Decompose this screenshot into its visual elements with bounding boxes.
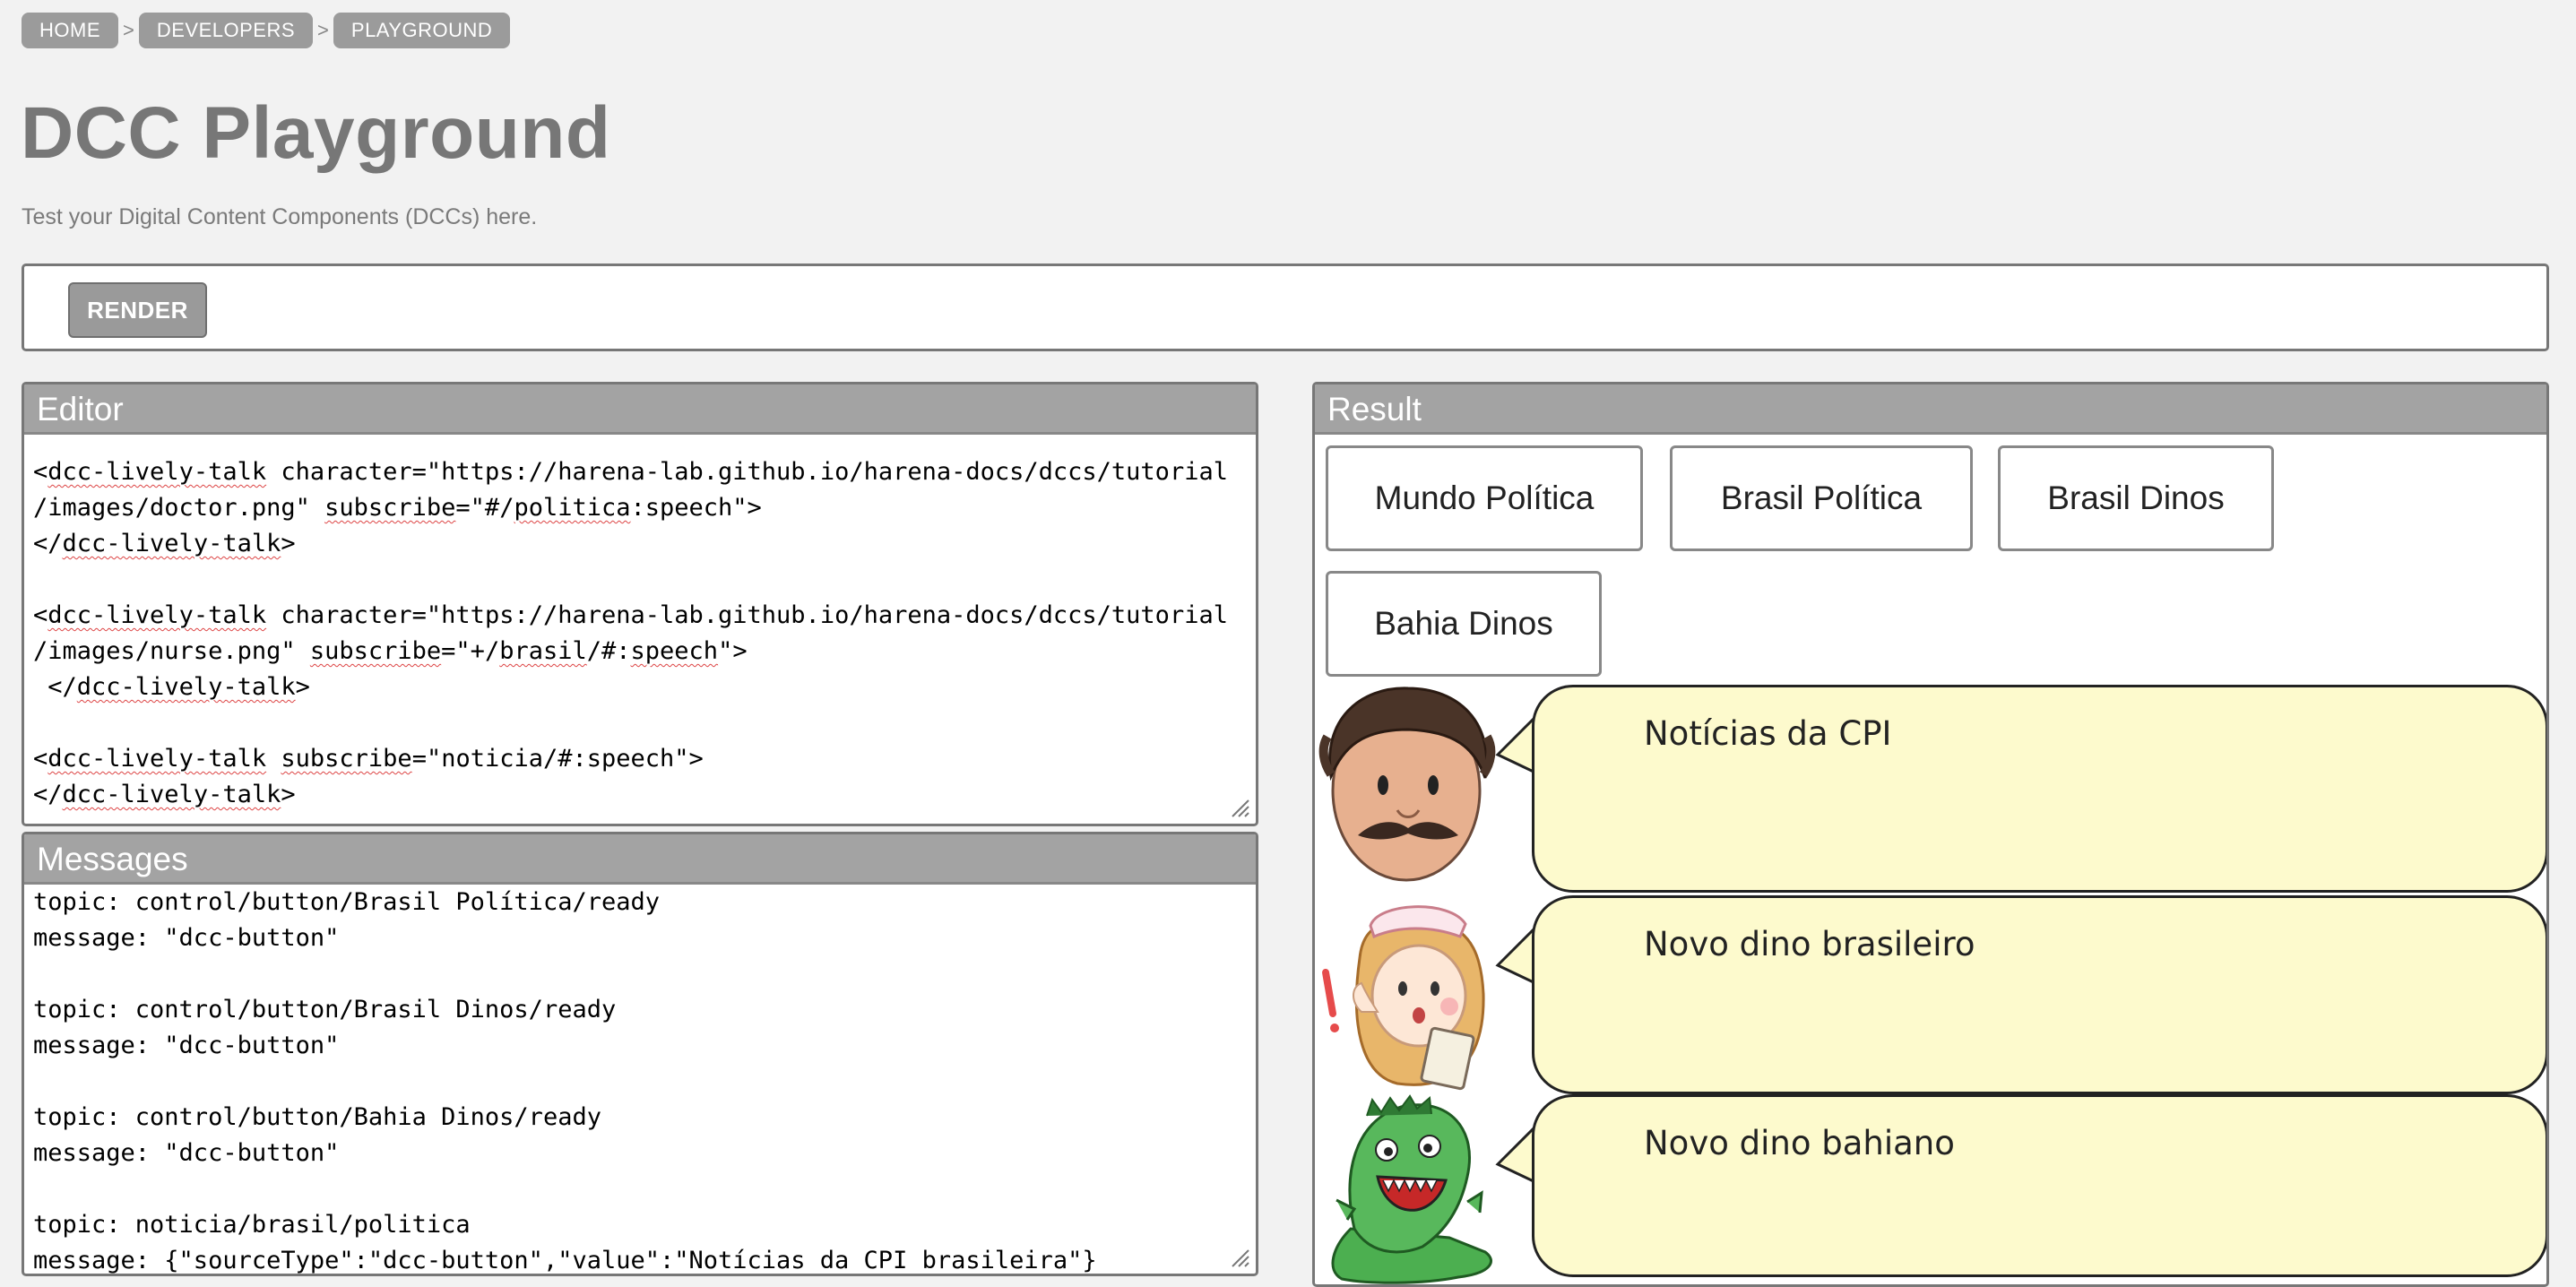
code-line: <dcc-lively-talk character="https://hare… [33, 601, 1228, 629]
breadcrumb-home[interactable]: HOME [22, 13, 118, 48]
message-line: topic: noticia/brasil/politica [33, 1211, 471, 1239]
editor-panel: Editor <dcc-lively-talk character="https… [22, 382, 1258, 826]
messages-panel: Messages topic: control/button/Brasil Po… [22, 832, 1258, 1276]
nurse-character-icon [1322, 905, 1485, 1091]
message-line: message: "dcc-button" [33, 1139, 340, 1167]
message-line: topic: control/button/Brasil Política/re… [33, 888, 660, 916]
message-line: message: "dcc-button" [33, 1032, 340, 1059]
lively-talk-dinosaur: Novo dino bahiano [1315, 1094, 2546, 1284]
result-header: Result [1315, 384, 2546, 435]
message-line: topic: control/button/Brasil Dinos/ready [33, 996, 617, 1024]
speech-bubble: Novo dino bahiano [1532, 1094, 2546, 1277]
speech-text: Notícias da CPI [1644, 714, 1892, 753]
lively-talk-doctor: Notícias da CPI [1315, 685, 2546, 895]
code-line: /images/doctor.png" subscribe="#/politic… [33, 494, 762, 522]
speech-bubble: Notícias da CPI [1532, 685, 2546, 893]
editor-textarea[interactable]: <dcc-lively-talk character="https://hare… [24, 435, 1256, 813]
message-line: topic: control/button/Bahia Dinos/ready [33, 1103, 601, 1131]
breadcrumb-developers[interactable]: DEVELOPERS [138, 13, 314, 48]
button-brasil-politica[interactable]: Brasil Política [1670, 445, 1973, 551]
page-title: DCC Playground [21, 92, 611, 174]
messages-textarea[interactable]: topic: control/button/Brasil Política/re… [24, 885, 1256, 1274]
code-line: /images/nurse.png" subscribe="+/brasil/#… [33, 637, 748, 665]
breadcrumb-separator: > [123, 19, 134, 41]
messages-header: Messages [24, 834, 1256, 885]
button-mundo-politica[interactable]: Mundo Política [1326, 445, 1643, 551]
breadcrumb: HOME > DEVELOPERS > PLAYGROUND [22, 13, 511, 48]
code-line: </dcc-lively-talk> [33, 530, 296, 557]
breadcrumb-playground[interactable]: PLAYGROUND [333, 13, 511, 48]
message-line: message: {"sourceType":"dcc-button","val… [33, 1247, 1097, 1274]
button-bahia-dinos[interactable]: Bahia Dinos [1326, 571, 1602, 677]
code-line: </dcc-lively-talk> [33, 781, 296, 808]
speech-text: Novo dino brasileiro [1644, 925, 1975, 963]
editor-header: Editor [24, 384, 1256, 435]
code-line: <dcc-lively-talk character="https://hare… [33, 458, 1228, 486]
code-line: </dcc-lively-talk> [33, 673, 310, 701]
speech-bubble: Novo dino brasileiro [1532, 895, 2546, 1094]
doctor-character-icon [1318, 687, 1496, 882]
dinosaur-character-icon [1331, 1094, 1492, 1284]
button-brasil-dinos[interactable]: Brasil Dinos [1998, 445, 2274, 551]
breadcrumb-separator: > [317, 19, 329, 41]
toolbar: RENDER [22, 263, 2549, 351]
speech-text: Novo dino bahiano [1644, 1124, 1955, 1162]
render-button[interactable]: RENDER [68, 282, 207, 338]
code-line: <dcc-lively-talk subscribe="noticia/#:sp… [33, 745, 704, 773]
result-panel: Result Mundo Política Brasil Política Br… [1312, 382, 2549, 1287]
page-subtitle: Test your Digital Content Components (DC… [22, 204, 538, 229]
resize-handle-icon[interactable] [1229, 1247, 1250, 1268]
resize-handle-icon[interactable] [1229, 797, 1250, 818]
lively-talk-nurse: Novo dino brasileiro [1315, 895, 2546, 1097]
code-token: dcc-lively-talk [48, 458, 267, 486]
message-line: message: "dcc-button" [33, 924, 340, 952]
